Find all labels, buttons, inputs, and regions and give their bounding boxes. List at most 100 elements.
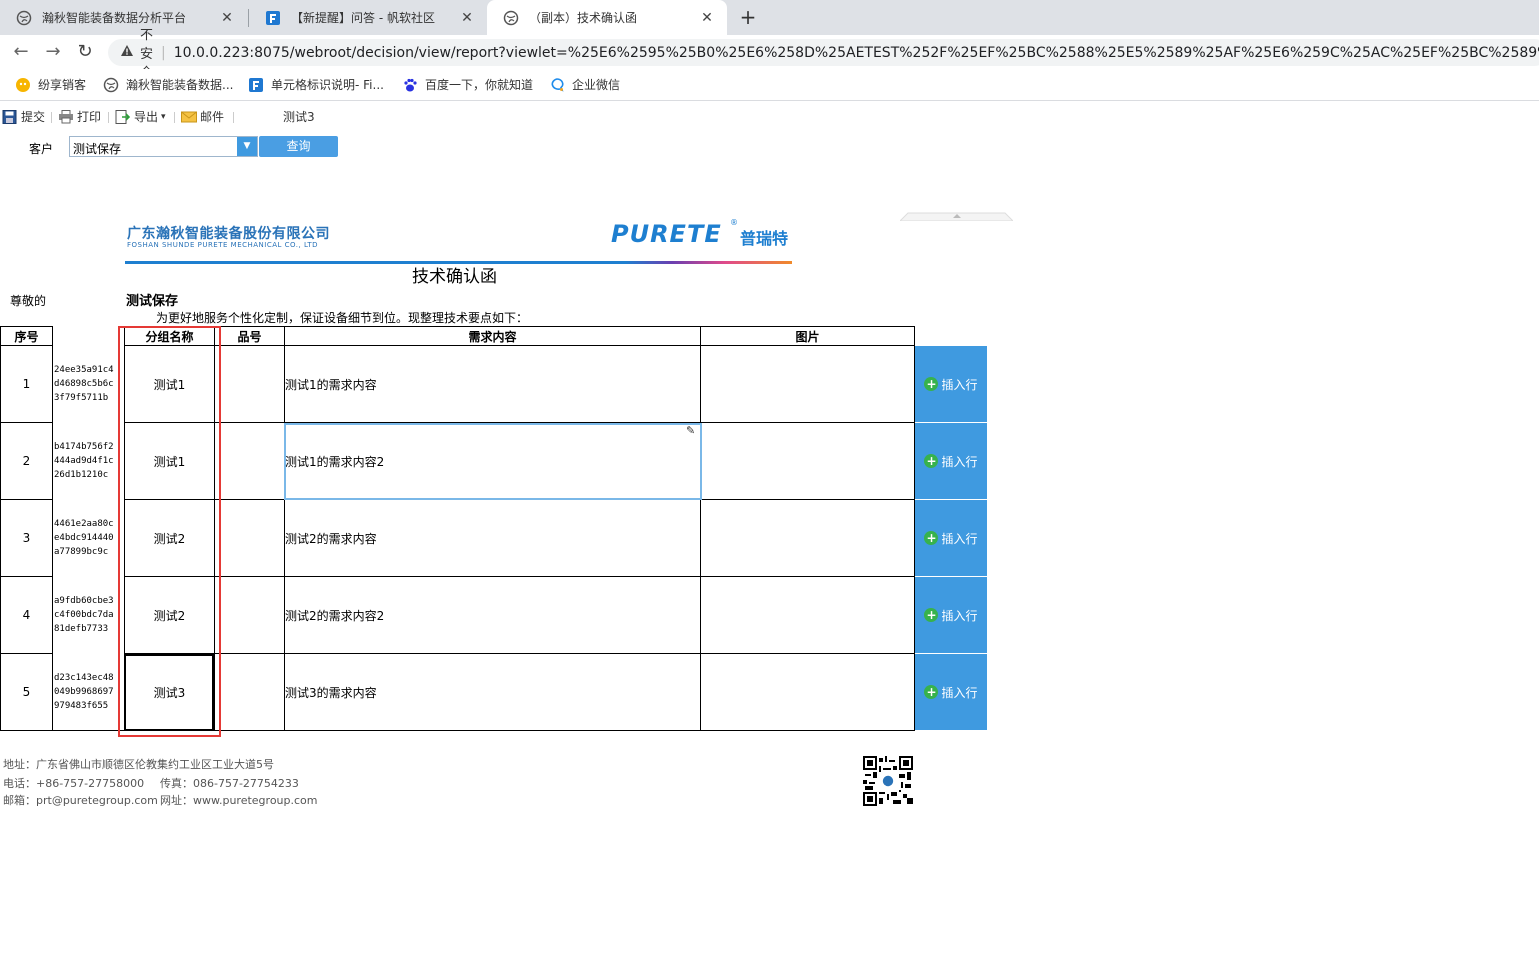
plus-icon: + — [924, 454, 939, 468]
salutation-label: 尊敬的 — [10, 294, 47, 308]
forward-button[interactable]: → — [42, 41, 64, 63]
cell-item[interactable] — [214, 422, 285, 500]
close-icon[interactable]: ✕ — [459, 10, 475, 26]
cell-item[interactable] — [214, 653, 285, 731]
fanruan-icon — [265, 10, 281, 26]
qr-code-icon — [863, 756, 913, 806]
insert-row-button[interactable]: + 插入行 — [915, 423, 987, 500]
bookmark-label: 瀚秋智能装备数据... — [126, 78, 234, 92]
tab-title: 瀚秋智能装备数据分析平台 — [42, 11, 187, 25]
cell-seq[interactable]: 5 — [0, 653, 53, 731]
export-button[interactable]: 导出 ▾ — [115, 108, 166, 125]
url-separator: | — [161, 44, 166, 61]
header-seq: 序号 — [0, 326, 53, 346]
cell-content[interactable]: 测试1的需求内容2 — [284, 422, 701, 500]
insert-row-button[interactable]: + 插入行 — [915, 654, 987, 731]
fanruan-icon — [248, 77, 264, 93]
toolbar-separator — [51, 112, 52, 123]
close-icon[interactable]: ✕ — [219, 10, 235, 26]
mail-label: 邮件 — [200, 110, 225, 124]
cell-image[interactable] — [700, 653, 915, 731]
header-image: 图片 — [700, 326, 915, 346]
mail-button[interactable]: 邮件 — [181, 108, 224, 125]
globe-icon — [103, 77, 119, 93]
close-icon[interactable]: ✕ — [699, 10, 715, 26]
collapse-param-handle[interactable] — [898, 210, 1015, 222]
company-name-cn: 广东瀚秋智能装备股份有限公司 — [127, 226, 330, 242]
cell-content[interactable]: 测试1的需求内容 — [284, 345, 701, 423]
cell-seq[interactable]: 4 — [0, 576, 53, 654]
cell-seq[interactable]: 2 — [0, 422, 53, 500]
bookmark-platform[interactable]: 瀚秋智能装备数据... — [103, 76, 233, 93]
intro-text: 为更好地服务个性化定制，保证设备细节到位。现整理技术要点如下： — [156, 311, 529, 325]
cell-seq[interactable]: 3 — [0, 499, 53, 577]
tab-tech-confirm[interactable]: （副本）技术确认函 ✕ — [487, 0, 727, 35]
cell-image[interactable] — [700, 576, 915, 654]
tab-title: （副本）技术确认函 — [529, 11, 638, 25]
bookmark-label: 企业微信 — [572, 78, 621, 92]
company-name-en: FOSHAN SHUNDE PURETE MECHANICAL CO., LTD — [127, 241, 319, 249]
globe-icon — [503, 10, 519, 26]
fxiaoke-icon — [15, 77, 31, 93]
address-bar-row: ← → ↻ 不安全 | 10.0.0.223:8075/webroot/deci… — [0, 28, 1539, 81]
new-tab-button[interactable]: + — [737, 6, 759, 28]
submit-button[interactable]: 提交 — [2, 108, 45, 125]
export-label: 导出 — [134, 110, 159, 124]
insert-row-button[interactable]: + 插入行 — [915, 500, 987, 577]
bookmarks-bar: 纷享销客 瀚秋智能装备数据... 单元格标识说明- Fi... 百度一下，你就知… — [0, 69, 1539, 101]
tab-title: 【新提醒】问答 - 帆软社区 — [291, 11, 435, 25]
footer-fax: 传真：086-757-27754233 — [160, 777, 299, 790]
header-item: 品号 — [214, 326, 285, 346]
footer-email: 邮箱：prt@puretegroup.com — [3, 794, 158, 807]
bookmark-label: 纷享销客 — [38, 78, 87, 92]
cell-image[interactable] — [700, 345, 915, 423]
chevron-down-icon[interactable]: ▼ — [237, 137, 257, 156]
warning-icon — [120, 44, 134, 61]
cell-group[interactable]: 测试2 — [124, 499, 215, 577]
cell-group[interactable]: 测试1 — [124, 422, 215, 500]
cell-item[interactable] — [214, 499, 285, 577]
brand-logo-text: PURETE — [611, 220, 722, 248]
mail-icon — [181, 110, 197, 124]
bookmark-label: 单元格标识说明- Fi... — [271, 78, 384, 92]
cell-image[interactable] — [700, 422, 915, 500]
cell-item[interactable] — [214, 345, 285, 423]
brand-registered-mark: ® — [730, 218, 738, 227]
insert-row-label: 插入行 — [941, 377, 978, 392]
cell-content[interactable]: 测试3的需求内容 — [284, 653, 701, 731]
globe-icon — [16, 10, 32, 26]
wecom-icon — [549, 77, 565, 93]
insert-row-label: 插入行 — [941, 454, 978, 469]
reload-button[interactable]: ↻ — [74, 41, 96, 63]
insert-row-label: 插入行 — [941, 608, 978, 623]
cell-group[interactable]: 测试2 — [124, 576, 215, 654]
cell-row-id: b4174b756f2 444ad9d4f1c 26d1b1210c — [53, 422, 124, 500]
url-bar[interactable]: 不安全 | 10.0.0.223:8075/webroot/decision/v… — [108, 28, 1539, 81]
insert-row-button[interactable]: + 插入行 — [915, 577, 987, 654]
cell-seq[interactable]: 1 — [0, 345, 53, 423]
insert-row-button[interactable]: + 插入行 — [915, 346, 987, 423]
cell-group[interactable]: 测试3 — [124, 653, 215, 731]
customer-combobox[interactable]: 测试保存 ▼ — [69, 136, 258, 157]
print-button[interactable]: 打印 — [58, 108, 101, 125]
bookmark-wecom[interactable]: 企业微信 — [549, 76, 620, 93]
submit-label: 提交 — [21, 110, 46, 124]
tab-fanruan[interactable]: 【新提醒】问答 - 帆软社区 ✕ — [249, 0, 487, 35]
bookmark-cell-marks[interactable]: 单元格标识说明- Fi... — [248, 76, 384, 93]
back-button[interactable]: ← — [10, 41, 32, 63]
query-button[interactable]: 查询 — [259, 136, 338, 157]
cell-image[interactable] — [700, 499, 915, 577]
header-divider — [125, 253, 792, 264]
bookmark-baidu[interactable]: 百度一下，你就知道 — [402, 76, 533, 93]
cell-row-id: d23c143ec48 049b9968697 979483f655 — [53, 653, 124, 731]
toolbar-separator — [174, 112, 175, 123]
tab-platform[interactable]: 瀚秋智能装备数据分析平台 ✕ — [0, 0, 247, 35]
cell-group[interactable]: 测试1 — [124, 345, 215, 423]
pencil-icon: ✎ — [686, 424, 696, 437]
url-text[interactable]: 10.0.0.223:8075/webroot/decision/view/re… — [174, 45, 1539, 61]
footer-address: 地址：广东省佛山市顺德区伦教集约工业区工业大道5号 — [3, 758, 274, 771]
bookmark-fxiaoke[interactable]: 纷享销客 — [15, 76, 86, 93]
cell-content[interactable]: 测试2的需求内容 — [284, 499, 701, 577]
cell-item[interactable] — [214, 576, 285, 654]
cell-content[interactable]: 测试2的需求内容2 — [284, 576, 701, 654]
